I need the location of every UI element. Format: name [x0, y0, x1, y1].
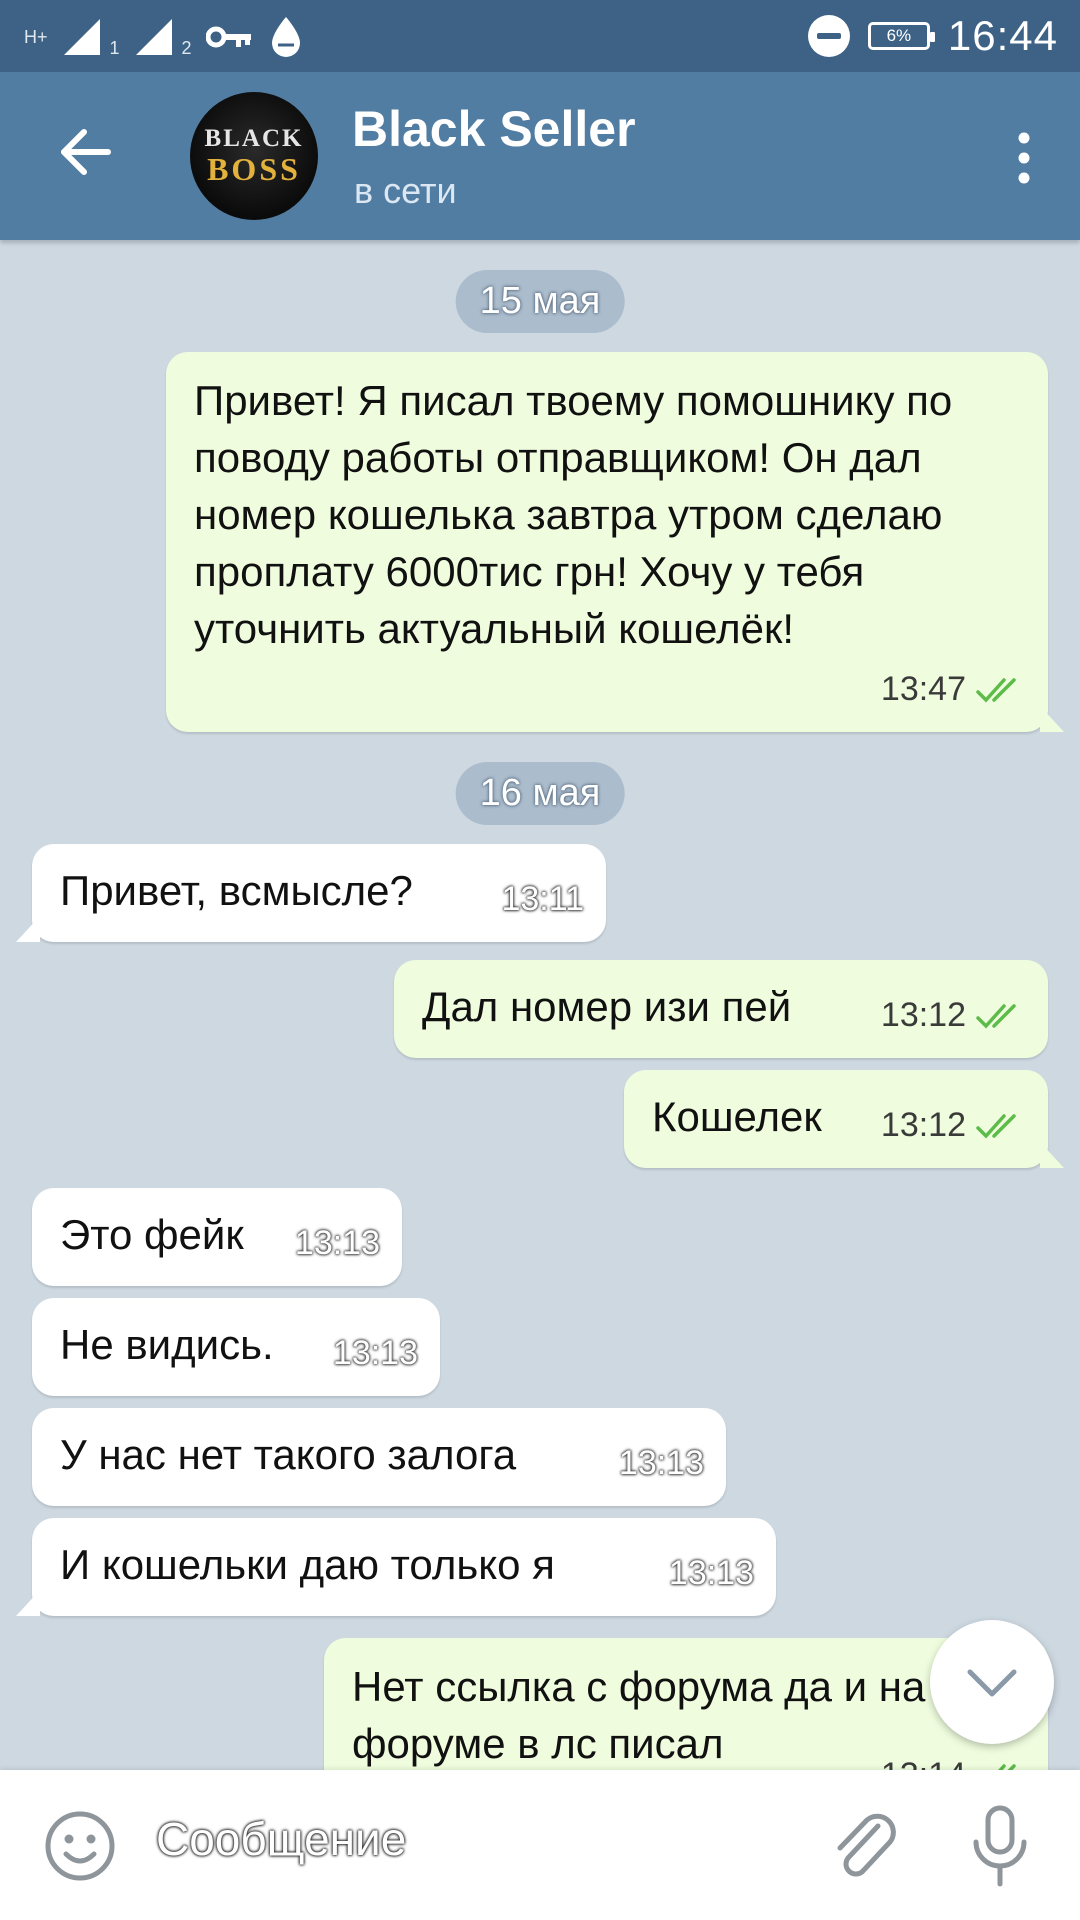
message-time: 13:12 [880, 996, 966, 1034]
message-composer: Сообщение [0, 1770, 1080, 1920]
message-meta: 13:13 [619, 1435, 704, 1492]
status-bar-left: H+ 1 2 [24, 12, 304, 62]
date-separator: 15 мая [455, 270, 625, 333]
status-bar-right: 6% 16:44 [807, 10, 1058, 62]
message-meta: 13:13 [669, 1545, 754, 1602]
avatar-text-bottom: BOSS [207, 151, 301, 187]
mic-icon[interactable] [970, 1804, 1030, 1888]
message-text: Привет! Я писал твоему помошнику по пово… [194, 377, 953, 652]
online-status: в сети [354, 170, 457, 211]
message-meta: 13:13 [333, 1325, 418, 1382]
status-bar: H+ 1 2 6% 16:44 [0, 0, 1080, 72]
double-check-icon [976, 677, 1016, 703]
sim1-label: 1 [109, 38, 120, 58]
message-incoming[interactable]: И кошельки даю только я 13:13 [16, 1518, 776, 1616]
message-outgoing[interactable]: Дал номер изи пей 13:12 [394, 960, 1048, 1058]
emoji-icon[interactable] [44, 1810, 116, 1882]
double-check-icon [976, 1003, 1016, 1029]
chat-area[interactable]: 15 мая Привет! Я писал твоему помошнику … [0, 240, 1080, 1770]
more-vert-icon[interactable] [1004, 128, 1044, 188]
attach-icon[interactable] [830, 1808, 900, 1884]
date-separator: 16 мая [455, 762, 625, 825]
message-outgoing[interactable]: Кошелек 13:12 [624, 1070, 1064, 1168]
message-time: 13:13 [618, 1444, 704, 1482]
battery-icon: 6% [867, 22, 935, 50]
key-icon [205, 26, 251, 48]
message-incoming[interactable]: Привет, всмысле? 13:11 [16, 844, 606, 942]
signal-icon [135, 19, 172, 55]
message-incoming[interactable]: Это фейк 13:13 [32, 1188, 402, 1286]
battery-level: 6% [886, 26, 912, 45]
message-text: У нас нет такого залога [60, 1431, 517, 1478]
message-text: И кошельки даю только я [60, 1541, 555, 1588]
double-check-icon [997, 1763, 1016, 1770]
avatar-text-top: BLACK [204, 125, 304, 152]
message-meta: 13:12 [881, 1097, 1026, 1154]
message-time: 13:13 [332, 1334, 418, 1372]
message-time: 13:11 [501, 880, 584, 918]
chevron-down-icon [967, 1669, 1017, 1697]
message-input[interactable]: Сообщение [156, 1812, 406, 1866]
sim2-label: 2 [181, 38, 192, 58]
message-time: 13:14 [881, 1747, 966, 1770]
avatar[interactable]: BLACK BOSS [190, 92, 318, 220]
message-incoming[interactable]: Не видись. 13:13 [32, 1298, 440, 1396]
message-time: 13:13 [668, 1554, 754, 1592]
message-time: 13:12 [880, 1106, 966, 1144]
message-time: 13:13 [294, 1224, 380, 1262]
message-meta: 13:47 [881, 661, 1026, 718]
message-outgoing[interactable]: Привет! Я писал твоему помошнику по пово… [166, 352, 1064, 732]
signal-icon [63, 19, 100, 55]
chat-title[interactable]: Black Seller [352, 100, 636, 158]
message-meta: 13:11 [501, 871, 584, 928]
do-not-disturb-icon [807, 15, 850, 57]
back-arrow-icon[interactable] [56, 122, 116, 182]
message-meta: 13:14 [881, 1747, 1026, 1770]
network-type: H+ [24, 27, 48, 47]
drop-notification-icon [271, 17, 300, 57]
double-check-icon [976, 1113, 1016, 1139]
message-meta: 13:13 [295, 1215, 380, 1272]
message-time: 13:47 [880, 670, 966, 708]
scroll-down-button[interactable] [930, 1620, 1054, 1744]
status-time: 16:44 [947, 12, 1058, 59]
message-incoming[interactable]: У нас нет такого залога 13:13 [32, 1408, 726, 1506]
chat-header: BLACK BOSS Black Seller в сети [0, 72, 1080, 240]
message-meta: 13:12 [881, 987, 1026, 1044]
